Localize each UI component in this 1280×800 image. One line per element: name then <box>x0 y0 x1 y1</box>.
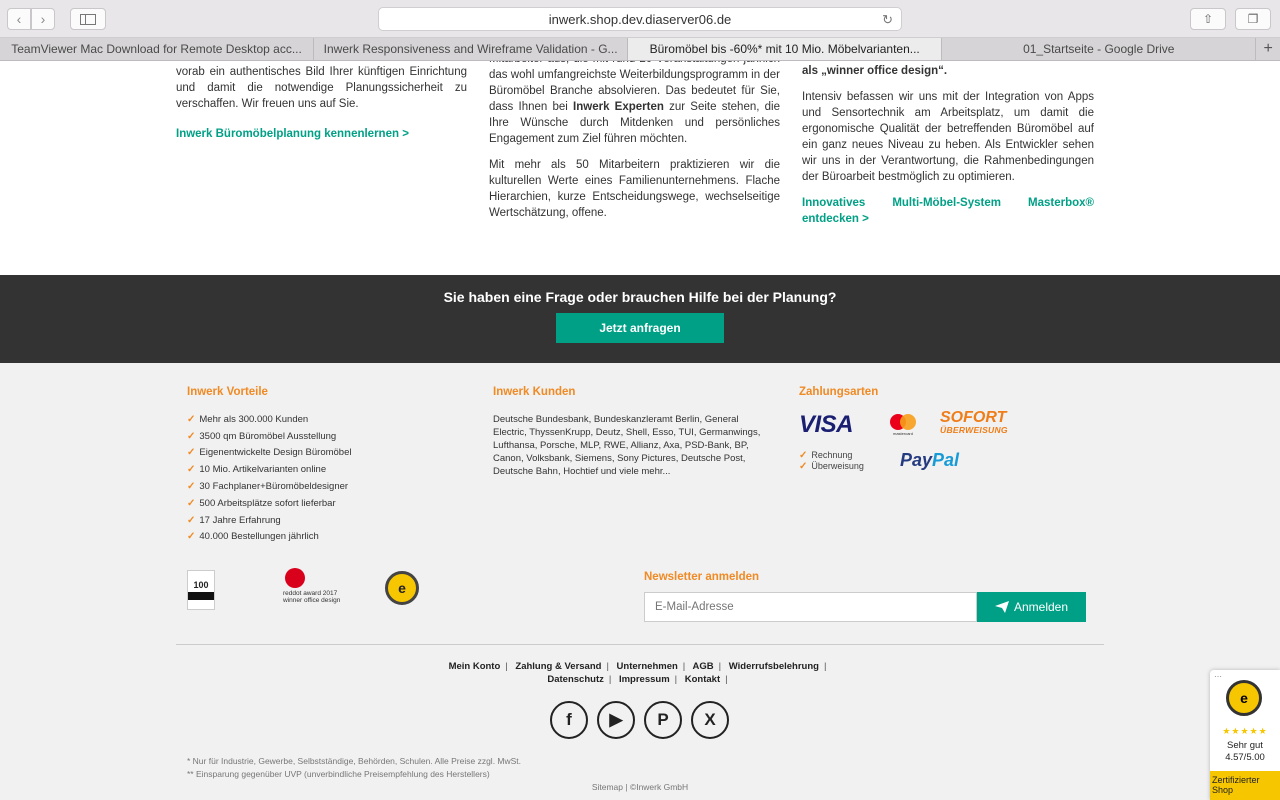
help-cta-banner: Sie haben eine Frage oder brauchen Hilfe… <box>0 275 1280 363</box>
list-item: ✓ Eigenentwickelte Design Büromöbel <box>187 447 352 459</box>
list-item: ✓ 17 Jahre Erfahrung <box>187 514 281 526</box>
mastercard-icon: mastercard <box>890 414 916 436</box>
sitemap-copyright[interactable]: Sitemap | ©Inwerk GmbH <box>0 782 1280 792</box>
trusted-shops-widget[interactable]: ⋯ e ★★★★★ Sehr gut 4.57/5.00 Zertifiziert… <box>1210 670 1280 800</box>
forward-button[interactable]: › <box>31 8 55 30</box>
link-kontakt[interactable]: Kontakt <box>685 674 720 685</box>
newsletter-submit-button[interactable]: Anmelden <box>977 592 1086 622</box>
newsletter-title: Newsletter anmelden <box>644 571 760 583</box>
page-content: vorab ein authentisches Bild Ihrer künft… <box>0 61 1280 800</box>
chevron-left-icon: ‹ <box>16 11 22 27</box>
planning-link[interactable]: Inwerk Büromöbelplanung kennenlernen > <box>176 128 409 140</box>
show-tabs-button[interactable]: ❐ <box>1235 8 1271 30</box>
col2-experts: Inwerk Experten <box>573 101 664 113</box>
col1-text: vorab ein authentisches Bild Ihrer künft… <box>176 66 467 110</box>
rating-text: Sehr gut 4.57/5.00 <box>1225 740 1265 763</box>
link-datenschutz[interactable]: Datenschutz <box>547 674 603 685</box>
list-item: ✓ 10 Mio. Artikelvarianten online <box>187 464 327 476</box>
check-icon: ✓ <box>187 481 196 493</box>
pinterest-icon[interactable]: P <box>644 701 682 739</box>
mastercard-logo: mastercard <box>888 413 918 437</box>
kunden-title: Inwerk Kunden <box>493 386 576 398</box>
tab-bueromoebel[interactable]: Büromöbel bis -60%* mit 10 Mio. Möbelvar… <box>628 38 943 60</box>
svg-text:mastercard: mastercard <box>893 431 913 436</box>
tab-teamviewer[interactable]: TeamViewer Mac Download for Remote Deskt… <box>0 38 315 60</box>
share-button[interactable]: ⇧ <box>1190 8 1226 30</box>
check-icon: ✓ <box>187 430 196 442</box>
footer: Inwerk Vorteile ✓ Mehr als 300.000 Kunden… <box>0 363 1280 800</box>
newsletter-email-input[interactable] <box>644 592 977 622</box>
xing-icon[interactable]: X <box>691 701 729 739</box>
top100-badge: 100 <box>187 570 215 610</box>
tab-bar: TeamViewer Mac Download for Remote Deskt… <box>0 38 1280 61</box>
footer-links-row-1: Mein Konto | Zahlung & Versand | Unternehm… <box>448 661 827 672</box>
paypal-logo: PayPal <box>900 450 960 470</box>
col2-paragraph-1: Mitarbeiter aus, die mit rund 20 Veranst… <box>489 61 780 147</box>
list-item: ✓ 30 Fachplaner+Büromöbeldesigner <box>187 481 349 493</box>
col3-paragraph: Intensiv befassen wir uns mit der Integr… <box>802 91 1094 183</box>
new-tab-button[interactable]: + <box>1256 38 1280 60</box>
check-icon: ✓ <box>187 497 196 509</box>
chevron-right-icon: › <box>40 11 46 27</box>
vorteile-title: Inwerk Vorteile <box>187 386 268 398</box>
url-text: inwerk.shop.dev.diaserver06.de <box>548 11 732 27</box>
link-widerruf[interactable]: Widerrufsbelehrung <box>729 661 819 672</box>
share-icon: ⇧ <box>1202 12 1214 26</box>
footer-links-row-2: Datenschutz | Impressum | Kontakt | <box>547 674 728 685</box>
link-unternehmen[interactable]: Unternehmen <box>617 661 678 672</box>
masterbox-link[interactable]: Innovatives Multi-Möbel-System Masterbox… <box>802 197 1094 225</box>
link-impressum[interactable]: Impressum <box>619 674 670 685</box>
list-item: ✓ Mehr als 300.000 Kunden <box>187 413 309 425</box>
content-column-3: als „winner office design“. Intensiv bef… <box>802 63 1094 227</box>
footnote-2: ** Einsparung gegenüber UVP (unverbindli… <box>187 769 490 779</box>
facebook-icon[interactable]: f <box>550 701 588 739</box>
footnote-1: * Nur für Industrie, Gewerbe, Selbststän… <box>187 756 522 766</box>
rating-stars: ★★★★★ <box>1222 726 1268 736</box>
footer-divider <box>176 644 1104 645</box>
list-item: ✓ 40.000 Bestellungen jährlich <box>187 531 319 543</box>
tab-inwerk-validation[interactable]: Inwerk Responsiveness and Wireframe Vali… <box>314 38 629 60</box>
check-icon: ✓ <box>187 464 196 476</box>
cta-title: Sie haben eine Frage oder brauchen Hilfe… <box>443 289 837 305</box>
link-agb[interactable]: AGB <box>693 661 714 672</box>
youtube-icon[interactable]: ▶ <box>597 701 635 739</box>
list-item: ✓ 500 Arbeitsplätze sofort lieferbar <box>187 497 336 509</box>
sidebar-icon <box>80 13 96 25</box>
content-column-1: vorab ein authentisches Bild Ihrer künft… <box>176 64 467 142</box>
check-icon: ✓ <box>187 447 196 459</box>
request-button[interactable]: Jetzt anfragen <box>556 313 724 343</box>
plus-icon: + <box>1263 40 1273 57</box>
kunden-text: Deutsche Bundesbank, Bundeskanzleramt Be… <box>493 414 761 477</box>
reddot-award-badge: reddot award 2017 winner office design <box>283 568 343 604</box>
tab-google-drive[interactable]: 01_Startseite - Google Drive <box>942 38 1257 60</box>
reload-icon[interactable]: ↻ <box>882 12 893 28</box>
list-item: ✓ 3500 qm Büromöbel Ausstellung <box>187 430 337 442</box>
link-zahlung-versand[interactable]: Zahlung & Versand <box>515 661 601 672</box>
check-icon: ✓ <box>187 413 196 425</box>
more-icon[interactable]: ⋯ <box>1214 672 1222 681</box>
col2-paragraph-2: Mit mehr als 50 Mitarbeitern praktiziere… <box>489 159 780 219</box>
check-icon: ✓ <box>187 531 196 543</box>
zahlung-title: Zahlungsarten <box>799 386 879 398</box>
tabs-icon: ❐ <box>1247 12 1259 26</box>
vorteile-list: ✓ Mehr als 300.000 Kunden ✓ 3500 qm Büromö… <box>187 411 351 545</box>
check-icon: ✓ <box>187 514 196 526</box>
certified-shop-label: Zertifizierter Shop <box>1210 771 1280 800</box>
back-button[interactable]: ‹ <box>7 8 31 30</box>
sofort-logo: SOFORT ÜBERWEISUNG <box>940 409 1008 436</box>
visa-logo: VISA <box>799 411 854 438</box>
address-bar[interactable]: inwerk.shop.dev.diaserver06.de ↻ <box>378 7 902 31</box>
reddot-icon <box>285 568 305 588</box>
sidebar-toggle-button[interactable] <box>70 8 106 30</box>
rechnung-logo: ✓ Rechnung ✓ Überweisung <box>799 450 864 472</box>
paper-plane-icon <box>994 601 1009 613</box>
trusted-shops-icon: e <box>1226 680 1262 716</box>
link-mein-konto[interactable]: Mein Konto <box>449 661 501 672</box>
content-column-2: Mitarbeiter aus, die mit rund 20 Veranst… <box>489 61 780 231</box>
trusted-shops-seal[interactable]: e <box>385 571 419 605</box>
col3-bold: als „winner office design“. <box>802 65 948 77</box>
browser-toolbar: ‹ › inwerk.shop.dev.diaserver06.de ↻ ⇧ ❐ <box>0 0 1280 38</box>
